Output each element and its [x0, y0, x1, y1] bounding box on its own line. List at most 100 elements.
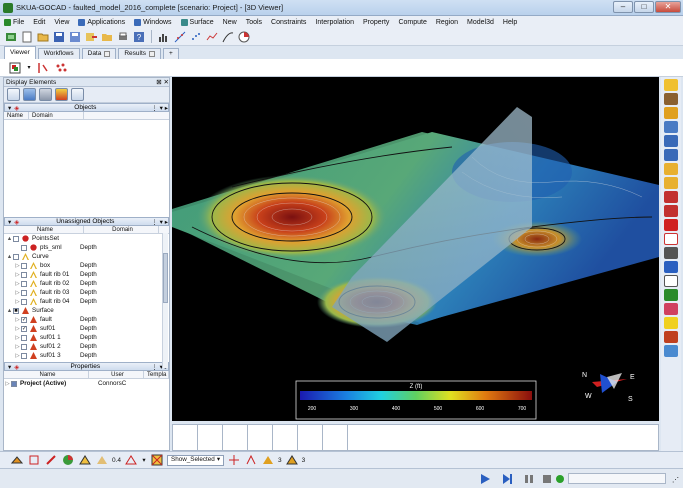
- layers-icon[interactable]: ◈: [14, 104, 19, 112]
- perspective-icon[interactable]: [664, 233, 678, 245]
- tab-results[interactable]: Results: [118, 48, 162, 59]
- filter-icon[interactable]: [36, 61, 50, 75]
- paint-icon[interactable]: [664, 331, 678, 343]
- row-checkbox[interactable]: [21, 289, 27, 296]
- volume-view-icon[interactable]: [39, 88, 52, 101]
- mesh-tool-icon[interactable]: [124, 453, 138, 467]
- zoom-out-icon[interactable]: [664, 149, 678, 161]
- row-checkbox[interactable]: ✓: [21, 316, 27, 323]
- probe-icon[interactable]: [227, 453, 241, 467]
- expand-icon[interactable]: ▷: [14, 281, 21, 287]
- zoom-fit-icon[interactable]: [664, 121, 678, 133]
- color-palette-icon[interactable]: [664, 303, 678, 315]
- tab-viewer[interactable]: Viewer: [4, 46, 36, 59]
- surface-view-icon[interactable]: [23, 88, 36, 101]
- grid-view-icon[interactable]: [7, 88, 20, 101]
- menu-region[interactable]: Region: [436, 19, 458, 26]
- list-item[interactable]: pts_sml Depth: [4, 243, 169, 252]
- menu-help[interactable]: Help: [503, 19, 517, 26]
- expand-icon[interactable]: ▷: [14, 353, 21, 359]
- unassigned-scrollbar[interactable]: [162, 233, 168, 368]
- tab-data[interactable]: Data: [81, 48, 117, 59]
- column-name[interactable]: Name: [4, 226, 84, 233]
- pick-icon[interactable]: [664, 93, 678, 105]
- list-item[interactable]: ▲ Curve: [4, 252, 169, 261]
- scrollbar-thumb[interactable]: [163, 253, 168, 303]
- options-icon[interactable]: ⋮ ▾ ▸: [151, 218, 168, 226]
- camera-down-icon[interactable]: [664, 177, 678, 189]
- new-project-icon[interactable]: [4, 30, 18, 44]
- list-item[interactable]: ▷ fault rib 02 Depth: [4, 279, 169, 288]
- column-user[interactable]: User: [89, 371, 144, 378]
- row-checkbox[interactable]: [21, 298, 27, 305]
- row-checkbox[interactable]: [21, 334, 27, 341]
- grid-cell[interactable]: [173, 425, 198, 450]
- list-item[interactable]: ▷ box Depth: [4, 261, 169, 270]
- crossplot-icon[interactable]: [173, 30, 187, 44]
- expand-icon[interactable]: ▲: [6, 254, 13, 260]
- expand-icon[interactable]: ▷: [14, 344, 21, 350]
- collapse-icon[interactable]: ▾: [8, 218, 11, 226]
- dropdown-arrow-icon[interactable]: ▾: [26, 61, 32, 75]
- menu-constraints[interactable]: Constraints: [271, 19, 306, 26]
- line-chart-icon[interactable]: [205, 30, 219, 44]
- stop-icon[interactable]: [540, 472, 554, 486]
- 3d-viewer-canvas[interactable]: Z (ft) 200 300 400 500 600 700 N E S W: [172, 77, 659, 421]
- expand-icon[interactable]: ▷: [14, 335, 21, 341]
- list-item[interactable]: ▷ ✓ suf01 Depth: [4, 324, 169, 333]
- surface-tool-icon[interactable]: [10, 453, 24, 467]
- row-checkbox[interactable]: [13, 253, 19, 260]
- variogram-icon[interactable]: [221, 30, 235, 44]
- menu-model3d[interactable]: Model3d: [467, 19, 494, 26]
- rotate-icon[interactable]: [664, 261, 678, 273]
- color-wheel-icon[interactable]: [61, 453, 75, 467]
- histogram-icon[interactable]: [157, 30, 171, 44]
- pin-icon[interactable]: [244, 453, 258, 467]
- save-as-icon[interactable]: [68, 30, 82, 44]
- menu-applications[interactable]: Applications: [78, 18, 125, 26]
- row-checkbox[interactable]: ■: [13, 307, 19, 314]
- expand-icon[interactable]: ▷: [14, 299, 21, 305]
- layers-icon[interactable]: ◈: [14, 218, 19, 226]
- menu-tools[interactable]: Tools: [246, 19, 262, 26]
- properties-row[interactable]: ▷ Project (Active) ConnorsC: [4, 379, 169, 388]
- column-name[interactable]: Name: [4, 112, 29, 119]
- ruler-icon[interactable]: [664, 107, 678, 119]
- column-template[interactable]: Templa: [144, 371, 169, 378]
- well-icon[interactable]: [261, 453, 275, 467]
- color-view-icon[interactable]: [55, 88, 68, 101]
- home-view-icon[interactable]: [664, 191, 678, 203]
- list-item[interactable]: ▷ suf01 1 Depth: [4, 333, 169, 342]
- marker-icon[interactable]: [285, 453, 299, 467]
- select-arrow-icon[interactable]: [664, 79, 678, 91]
- grid-cell[interactable]: [273, 425, 298, 450]
- transparency-icon[interactable]: [95, 453, 109, 467]
- dropdown-arrow-icon[interactable]: ▾: [141, 453, 147, 467]
- grid-cell[interactable]: [198, 425, 223, 450]
- size-value[interactable]: 3: [278, 457, 282, 464]
- menu-surface[interactable]: Surface: [180, 18, 214, 26]
- pie-chart-icon[interactable]: [237, 30, 251, 44]
- row-checkbox[interactable]: [21, 352, 27, 359]
- width-value[interactable]: 3: [302, 457, 306, 464]
- pause-icon[interactable]: [522, 472, 536, 486]
- list-item[interactable]: ▷ ✓ fault Depth: [4, 315, 169, 324]
- row-checkbox[interactable]: ✓: [21, 325, 27, 332]
- tab-close-icon[interactable]: [149, 51, 156, 57]
- export-icon[interactable]: [84, 30, 98, 44]
- maximize-button[interactable]: □: [634, 1, 654, 13]
- expand-icon[interactable]: ▷: [14, 317, 21, 323]
- expand-icon[interactable]: ▷: [4, 381, 11, 387]
- menu-compute[interactable]: Compute: [398, 19, 426, 26]
- menu-view[interactable]: View: [54, 19, 69, 26]
- row-checkbox[interactable]: [21, 271, 27, 278]
- grid-cell[interactable]: [298, 425, 323, 450]
- row-checkbox[interactable]: [11, 380, 17, 387]
- panel-close-icon[interactable]: ⊠ ✕: [156, 78, 169, 86]
- expand-icon[interactable]: ▷: [14, 272, 21, 278]
- help-icon[interactable]: ?: [132, 30, 146, 44]
- list-item[interactable]: ▲ ■ Surface: [4, 306, 169, 315]
- camera-up-icon[interactable]: [664, 163, 678, 175]
- toggle-objects-icon[interactable]: [8, 61, 22, 75]
- expand-icon[interactable]: ▷: [14, 290, 21, 296]
